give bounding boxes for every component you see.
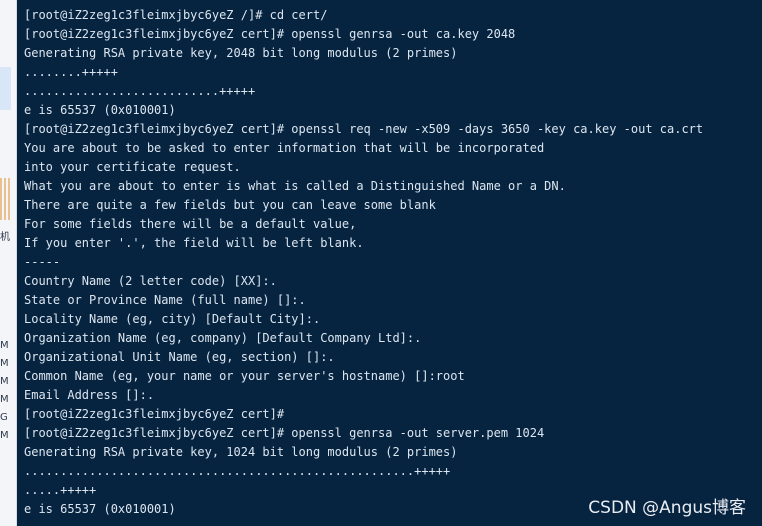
terminal-line: [root@iZ2zeg1c3fleimxjbyc6yeZ cert]# bbox=[24, 407, 285, 421]
terminal-line: Organization Name (eg, company) [Default… bbox=[24, 331, 422, 345]
terminal-line: ...........................+++++ bbox=[24, 84, 256, 98]
terminal-line: Generating RSA private key, 2048 bit lon… bbox=[24, 46, 458, 60]
terminal-line: Country Name (2 letter code) [XX]:. bbox=[24, 274, 277, 288]
terminal-line: [root@iZ2zeg1c3fleimxjbyc6yeZ cert]# ope… bbox=[24, 426, 545, 440]
left-text-fragment-1: 机 bbox=[0, 232, 10, 243]
terminal-line: State or Province Name (full name) []:. bbox=[24, 293, 306, 307]
terminal-line: Organizational Unit Name (eg, section) [… bbox=[24, 350, 335, 364]
left-text-fragment-7: M bbox=[0, 430, 9, 441]
terminal-output[interactable]: [root@iZ2zeg1c3fleimxjbyc6yeZ /]# cd cer… bbox=[17, 0, 762, 526]
left-background-strip: 机 M M M M G M bbox=[0, 0, 17, 526]
terminal-line: ........................................… bbox=[24, 464, 451, 478]
terminal-line: Locality Name (eg, city) [Default City]:… bbox=[24, 312, 321, 326]
csdn-watermark: CSDN @Angus博客 bbox=[588, 498, 746, 518]
left-text-fragment-2: M bbox=[0, 340, 9, 351]
terminal-line: [root@iZ2zeg1c3fleimxjbyc6yeZ cert]# ope… bbox=[24, 27, 516, 41]
terminal-line: into your certificate request. bbox=[24, 160, 241, 174]
terminal-line: There are quite a few fields but you can… bbox=[24, 198, 436, 212]
left-text-fragment-5: M bbox=[0, 394, 9, 405]
terminal-line: e is 65537 (0x010001) bbox=[24, 103, 176, 117]
terminal-line: .....+++++ bbox=[24, 483, 97, 497]
terminal-line: What you are about to enter is what is c… bbox=[24, 179, 566, 193]
terminal-line: [root@iZ2zeg1c3fleimxjbyc6yeZ cert]# ope… bbox=[24, 122, 704, 136]
left-text-fragment-4: M bbox=[0, 376, 9, 387]
terminal-line: ----- bbox=[24, 255, 61, 269]
terminal-line: Email Address []:. bbox=[24, 388, 155, 402]
left-text-fragment-3: M bbox=[0, 358, 9, 369]
terminal-line: [root@iZ2zeg1c3fleimxjbyc6yeZ /]# cd cer… bbox=[24, 8, 328, 22]
left-highlight-block bbox=[0, 67, 11, 110]
left-chart-fragment bbox=[0, 178, 12, 220]
terminal-line: For some fields there will be a default … bbox=[24, 217, 357, 231]
terminal-line: You are about to be asked to enter infor… bbox=[24, 141, 545, 155]
terminal-line: ........+++++ bbox=[24, 65, 118, 79]
terminal-line: Generating RSA private key, 1024 bit lon… bbox=[24, 445, 458, 459]
terminal-line: If you enter '.', the field will be left… bbox=[24, 236, 364, 250]
terminal-line: e is 65537 (0x010001) bbox=[24, 502, 176, 516]
terminal-line: Common Name (eg, your name or your serve… bbox=[24, 369, 465, 383]
left-text-fragment-6: G bbox=[0, 412, 8, 423]
